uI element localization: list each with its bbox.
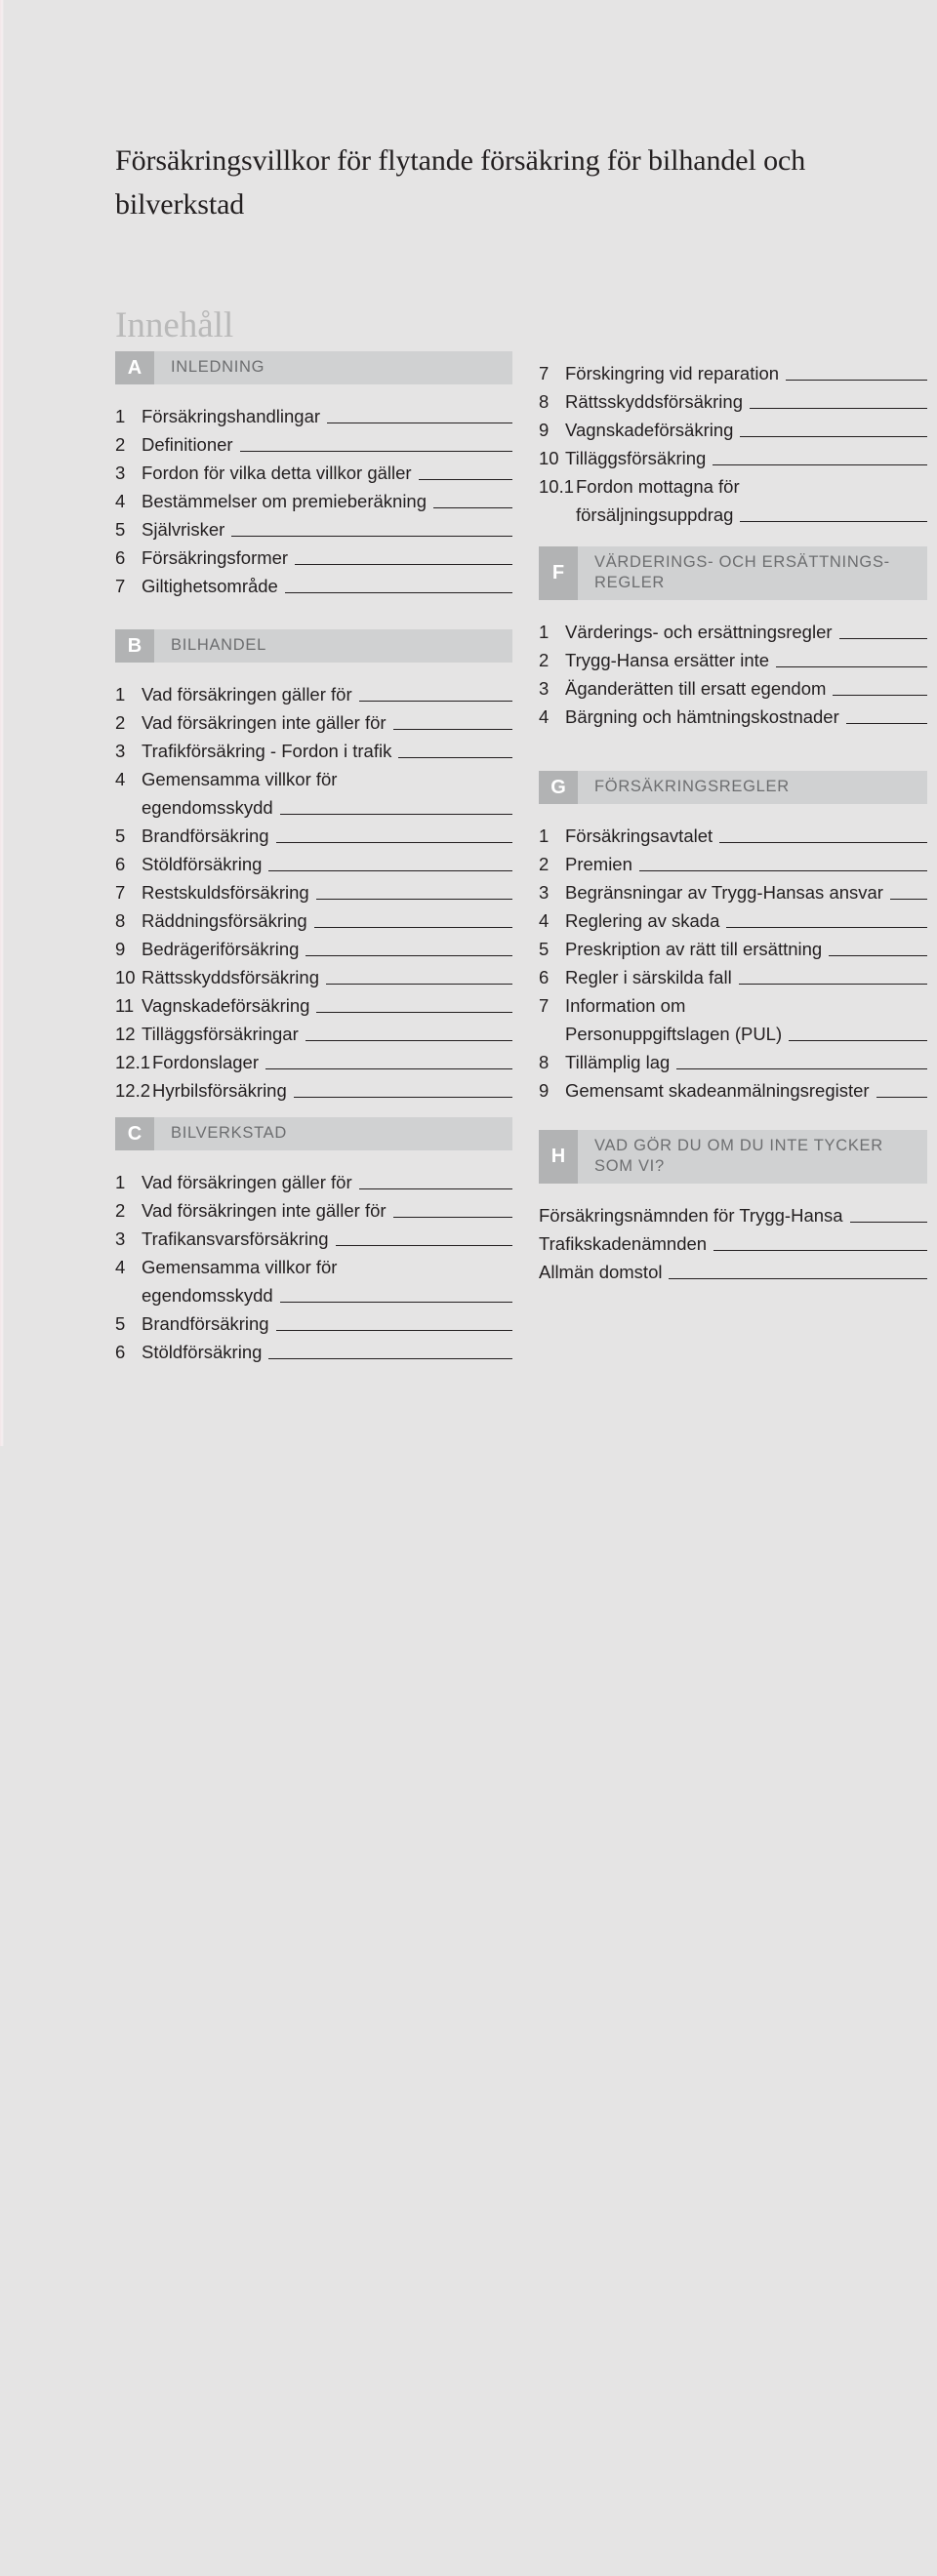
toc-entry-list: 1Värderings- och ersättningsregler512Try… (539, 618, 927, 731)
toc-entry[interactable]: 7Giltighetsområde9 (115, 572, 512, 600)
toc-section: F VÄRDERINGS- OCH ERSÄTTNINGS- REGLER 1 Värd… (539, 546, 927, 731)
toc-entry[interactable]: 9Gemensamt skadeanmälningsregister65 (539, 1076, 927, 1105)
toc-section: GFÖRSÄKRINGSREGLER1Försäkringsavtalet532… (539, 771, 927, 1105)
document-page: Försäkringsvillkor för flytande försäkri… (0, 0, 937, 1446)
toc-entry[interactable]: 6Stöldförsäkring38 (115, 1338, 512, 1366)
toc-section: H VAD GÖR DU OM DU INTE TYCKER SOM VI? Förs… (539, 1130, 927, 1286)
toc-entry-list: 1Vad försäkringen gäller för102Vad försä… (115, 680, 512, 1105)
toc-section: C BILVERKSTAD 1 Vad försäkringen gäller för… (115, 1117, 512, 1366)
toc-entry[interactable]: Allmän domstol67 (539, 1258, 927, 1286)
toc-entry[interactable]: försäljningsuppdrag50 (539, 501, 927, 529)
toc-entry-page-number: 67 (539, 1130, 937, 2576)
page-title-line-1: Försäkringsvillkor för flytande försäkri… (115, 144, 756, 178)
toc-section: AINLEDNING1Försäkringshandlingar42Defini… (115, 351, 512, 600)
toc-entry-list: 1Försäkringsavtalet532Premien553Begränsn… (539, 822, 927, 1105)
toc-entry-list: Försäkringsnämnden för Trygg-Hansa66Traf… (539, 1201, 927, 1286)
toc-entry-list: 7Förskingring vid reparation438Rättsskyd… (539, 359, 927, 529)
toc-heading: Innehåll (115, 305, 234, 345)
page-title: Försäkringsvillkor för flytande försäkri… (115, 139, 886, 226)
toc-entry-list: 1Vad försäkringen gäller för352Vad försä… (115, 1168, 512, 1366)
toc-section: 7Förskingring vid reparation438Rättsskyd… (539, 359, 927, 529)
toc-entry[interactable]: 12.2Hyrbilsförsäkring32 (115, 1076, 512, 1105)
toc-entry[interactable]: 4Bärgning och hämtningskostnader52 (539, 703, 927, 731)
toc-section: BBILHANDEL1Vad försäkringen gäller för10… (115, 629, 512, 1105)
toc-entry-list: 1Försäkringshandlingar42Definitioner43Fo… (115, 402, 512, 600)
